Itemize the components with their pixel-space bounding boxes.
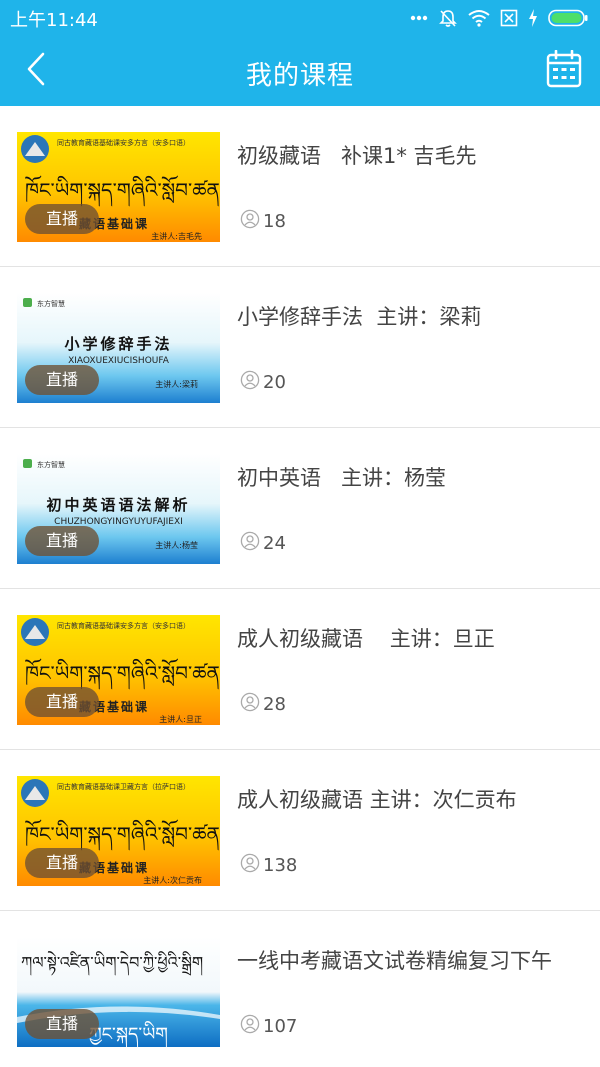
thumbnail-lecturer: 主讲人:梁莉 [155,380,198,389]
status-icons [410,7,588,29]
student-count: 20 [240,370,286,395]
course-thumbnail: 同古教育藏语基础课卫藏方言（拉萨口语） ཁོང་ཡིག་སྐད་གཞིའི་སླ… [17,776,220,886]
course-title: 成人初级藏语 主讲：次仁贡布 [237,788,517,812]
thumbnail-lecturer: 主讲人:杨莹 [155,541,198,550]
user-icon [240,1014,260,1039]
course-thumbnail: 同古教育藏语基础课安多方言（安多口语） ཁོང་ཡིག་སྐད་གཞིའི་སླ… [17,132,220,242]
thumbnail-tibetan: ཀྱང་སྐད་ཡིག [89,1024,168,1045]
status-bar: 上午11:44 [0,0,600,36]
charging-icon [528,9,538,27]
course-title: 小学修辞手法 主讲：梁莉 [237,305,482,329]
student-count-value: 24 [263,533,286,554]
student-count: 107 [240,1014,297,1039]
student-count-value: 107 [263,1016,298,1037]
student-count-value: 138 [263,855,298,876]
calendar-icon [546,49,582,92]
calendar-button[interactable] [542,49,586,93]
page-title: 我的课程 [245,61,354,91]
status-time: 上午11:44 [10,10,98,31]
course-title: 一线中考藏语文试卷精编复习下午 [237,949,552,973]
course-item[interactable]: 同古教育藏语基础课安多方言（安多口语） ཁོང་ཡིག་སྐད་གཞིའི་སླ… [0,106,600,267]
sim-off-icon [500,9,518,27]
thumbnail-tibetan-top: ཀལ་སྟེ་འཛིན་ཡིག་དེབ་ཀྱི་ཕྱིའི་སྒྲིག [21,953,204,972]
course-thumbnail: 同古教育藏语基础课安多方言（安多口语） ཁོང་ཡིག་སྐད་གཞིའི་སླ… [17,615,220,725]
thumbnail-lecturer: 主讲人:吉毛先 [151,232,202,241]
user-icon [240,853,260,878]
thumbnail-title: 初中英语语法解析 [46,496,191,514]
thumbnail-header: 同古教育藏语基础课卫藏方言（拉萨口语） [57,783,190,791]
more-dots-icon [410,15,428,21]
student-count: 138 [240,853,297,878]
course-item[interactable]: 同古教育藏语基础课卫藏方言（拉萨口语） ཁོང་ཡིག་སྐད་གཞིའི་སླ… [0,750,600,911]
user-icon [240,692,260,717]
battery-icon [548,9,588,27]
course-title: 成人初级藏语 主讲：旦正 [237,627,495,651]
thumbnail-header: 同古教育藏语基础课安多方言（安多口语） [57,622,190,630]
live-badge: 直播 [25,687,99,717]
student-count-value: 20 [263,372,286,393]
course-thumbnail: ཀལ་སྟེ་འཛིན་ཡིག་དེབ་ཀྱི་ཕྱིའི་སྒྲིག ཀྱང་… [17,937,220,1047]
live-badge: 直播 [25,1009,99,1039]
live-badge: 直播 [25,526,99,556]
course-item[interactable]: ཀལ་སྟེ་འཛིན་ཡིག་དེབ་ཀྱི་ཕྱིའི་སྒྲིག ཀྱང་… [0,911,600,1067]
course-item[interactable]: 同古教育藏语基础课安多方言（安多口语） ཁོང་ཡིག་སྐད་གཞིའི་སླ… [0,589,600,750]
student-count-value: 28 [263,694,286,715]
course-item[interactable]: 东方智慧 小学修辞手法 XIAOXUEXIUCISHOUFA 主讲人:梁莉 直播… [0,267,600,428]
thumbnail-brand: 东方智慧 [37,461,65,469]
live-badge: 直播 [25,848,99,878]
live-badge: 直播 [25,365,99,395]
student-count: 28 [240,692,286,717]
student-count: 24 [240,531,286,556]
thumbnail-lecturer: 主讲人:次仁贡布 [143,876,202,885]
user-icon [240,209,260,234]
student-count-value: 18 [263,211,286,232]
course-title: 初级藏语 补课1* 吉毛先 [237,144,477,168]
thumbnail-brand: 东方智慧 [37,300,65,308]
wifi-icon [468,9,490,27]
course-title: 初中英语 主讲：杨莹 [237,466,447,490]
course-item[interactable]: 东方智慧 初中英语语法解析 CHUZHONGYINGYUYUFAJIEXI 主讲… [0,428,600,589]
student-count: 18 [240,209,286,234]
live-badge: 直播 [25,204,99,234]
course-thumbnail: 东方智慧 小学修辞手法 XIAOXUEXIUCISHOUFA 主讲人:梁莉 直播 [17,293,220,403]
thumbnail-header: 同古教育藏语基础课安多方言（安多口语） [57,139,190,147]
thumbnail-title: 小学修辞手法 [64,335,173,353]
mute-icon [438,8,458,28]
app-bar: 我的课程 [0,36,600,106]
user-icon [240,370,260,395]
thumbnail-lecturer: 主讲人:旦正 [159,715,202,724]
course-list: 同古教育藏语基础课安多方言（安多口语） ཁོང་ཡིག་སྐད་གཞིའི་སླ… [0,106,600,1067]
course-thumbnail: 东方智慧 初中英语语法解析 CHUZHONGYINGYUYUFAJIEXI 主讲… [17,454,220,564]
user-icon [240,531,260,556]
